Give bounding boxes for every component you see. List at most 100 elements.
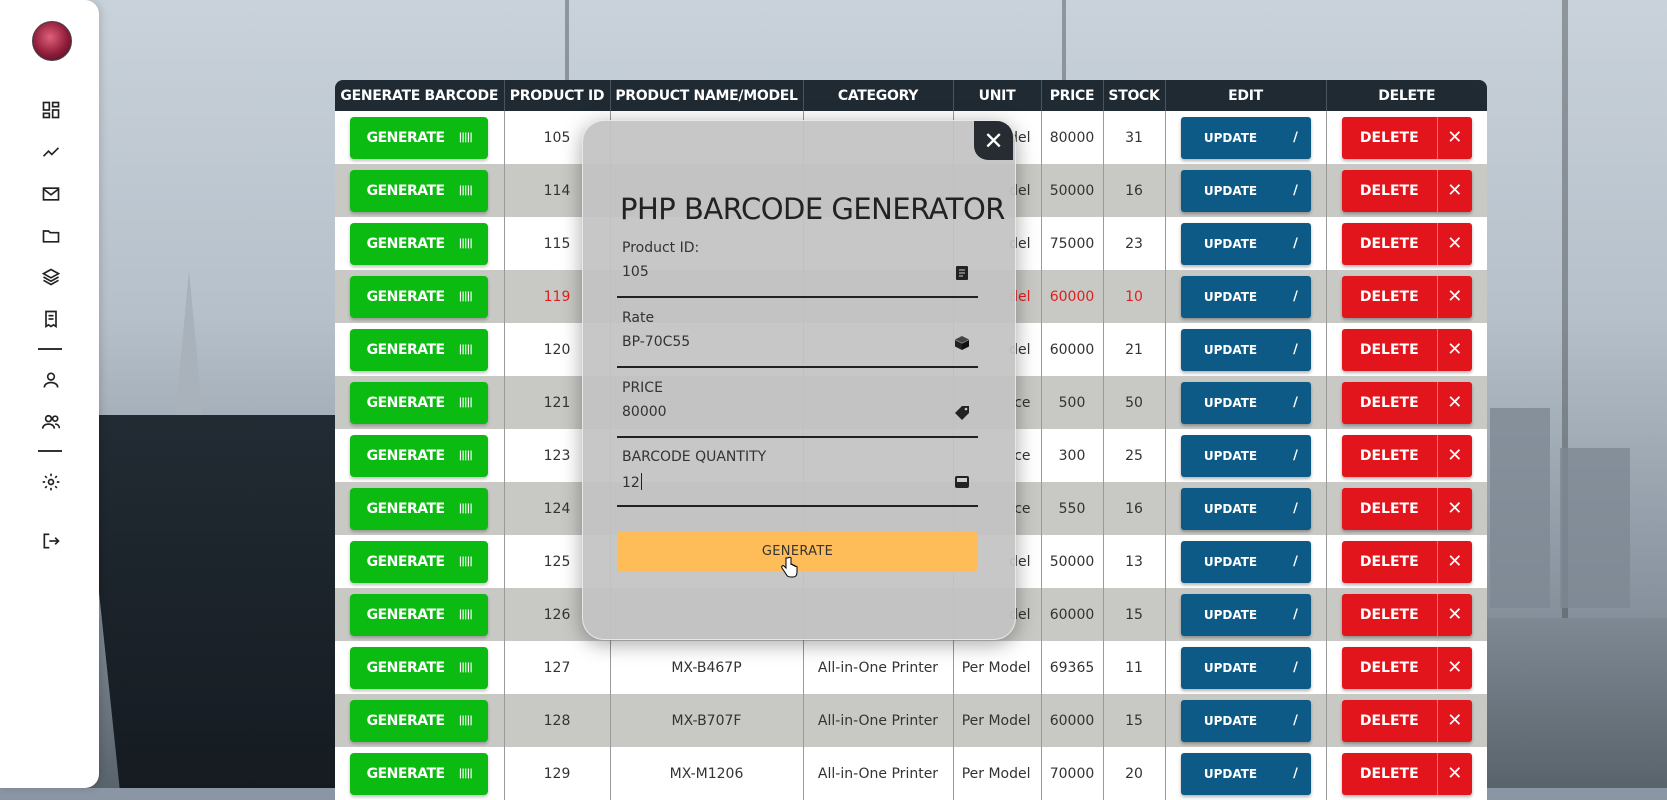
- update-button[interactable]: UPDATE ∕: [1180, 487, 1311, 530]
- delete-label: DELETE: [1342, 434, 1438, 477]
- update-button[interactable]: UPDATE ∕: [1180, 169, 1311, 212]
- delete-button[interactable]: DELETE ✕: [1341, 646, 1472, 689]
- generate-button[interactable]: GENERATE |||||: [350, 593, 489, 636]
- update-label: UPDATE: [1203, 236, 1258, 251]
- generate-button[interactable]: GENERATE |||||: [350, 487, 489, 530]
- barcode-quantity-input[interactable]: 12: [622, 473, 642, 491]
- field-label: Rate: [622, 310, 655, 326]
- generate-button[interactable]: GENERATE |||||: [350, 328, 489, 371]
- delete-button[interactable]: DELETE ✕: [1341, 116, 1472, 159]
- barcode-icon: |||||: [458, 238, 473, 249]
- logout-icon[interactable]: [39, 529, 63, 553]
- delete-label: DELETE: [1342, 540, 1438, 583]
- category-cell: All-in-One Printer: [803, 641, 954, 694]
- close-icon[interactable]: ✕: [974, 121, 1013, 160]
- update-button[interactable]: UPDATE ∕: [1180, 381, 1311, 424]
- x-icon: ✕: [1447, 286, 1463, 307]
- settings-icon[interactable]: [39, 470, 63, 494]
- generate-button[interactable]: GENERATE |||||: [350, 381, 489, 424]
- stock-cell: 15: [1103, 588, 1166, 641]
- delete-button[interactable]: DELETE ✕: [1341, 381, 1472, 424]
- delete-button[interactable]: DELETE ✕: [1341, 593, 1472, 636]
- generate-button[interactable]: GENERATE |||||: [350, 434, 489, 477]
- generate-button[interactable]: GENERATE |||||: [350, 169, 489, 212]
- sidebar: [0, 0, 99, 788]
- delete-cell: DELETE ✕: [1326, 747, 1487, 800]
- layers-icon[interactable]: [39, 265, 63, 289]
- generate-button[interactable]: GENERATE |||||: [350, 540, 489, 583]
- delete-button[interactable]: DELETE ✕: [1341, 434, 1472, 477]
- mail-icon[interactable]: [39, 182, 63, 206]
- receipt-icon[interactable]: [39, 307, 63, 331]
- update-button[interactable]: UPDATE ∕: [1180, 646, 1311, 689]
- barcode-icon: |||||: [458, 450, 473, 461]
- generate-button[interactable]: GENERATE |||||: [350, 275, 489, 318]
- delete-button[interactable]: DELETE ✕: [1341, 328, 1472, 371]
- update-button[interactable]: UPDATE ∕: [1180, 222, 1311, 265]
- update-button[interactable]: UPDATE ∕: [1180, 752, 1311, 795]
- generate-button[interactable]: GENERATE |||||: [350, 222, 489, 265]
- price-cell: 50000: [1041, 535, 1104, 588]
- unit-cell: Per Model: [953, 747, 1042, 800]
- generate-button[interactable]: GENERATE |||||: [350, 646, 489, 689]
- barcode-icon: |||||: [458, 291, 473, 302]
- delete-button[interactable]: DELETE ✕: [1341, 487, 1472, 530]
- pencil-icon: ∕: [1293, 183, 1298, 198]
- update-label: UPDATE: [1203, 501, 1258, 516]
- generate-button[interactable]: GENERATE |||||: [350, 752, 489, 795]
- modal-title: PHP BARCODE GENERATOR: [620, 192, 1005, 226]
- delete-button[interactable]: DELETE ✕: [1341, 540, 1472, 583]
- product-id-input[interactable]: 105: [622, 264, 649, 280]
- dashboard-icon[interactable]: [39, 98, 63, 122]
- delete-cell: DELETE ✕: [1326, 376, 1487, 429]
- barcode-quantity-field[interactable]: BARCODE QUANTITY 12: [617, 449, 978, 507]
- delete-label: DELETE: [1342, 116, 1438, 159]
- stock-cell: 50: [1103, 376, 1166, 429]
- update-button[interactable]: UPDATE ∕: [1180, 328, 1311, 371]
- user-icon[interactable]: [39, 368, 63, 392]
- price-field[interactable]: PRICE 80000: [617, 380, 978, 438]
- delete-label: DELETE: [1342, 487, 1438, 530]
- rate-input[interactable]: BP-70C55: [622, 334, 690, 350]
- x-icon: ✕: [1447, 445, 1463, 466]
- document-icon: [954, 265, 972, 283]
- update-button[interactable]: UPDATE ∕: [1180, 116, 1311, 159]
- folder-icon[interactable]: [39, 224, 63, 248]
- stock-cell: 11: [1103, 641, 1166, 694]
- x-icon: ✕: [1447, 127, 1463, 148]
- generate-cell: GENERATE |||||: [335, 164, 505, 217]
- chart-line-icon[interactable]: [39, 140, 63, 164]
- delete-button[interactable]: DELETE ✕: [1341, 699, 1472, 742]
- delete-cell: DELETE ✕: [1326, 482, 1487, 535]
- update-button[interactable]: UPDATE ∕: [1180, 275, 1311, 318]
- update-label: UPDATE: [1203, 660, 1258, 675]
- stock-cell: 23: [1103, 217, 1166, 270]
- barcode-icon: |||||: [458, 662, 473, 673]
- barcode-icon: |||||: [458, 715, 473, 726]
- generate-cell: GENERATE |||||: [335, 376, 505, 429]
- generate-button[interactable]: GENERATE |||||: [350, 116, 489, 159]
- price-input[interactable]: 80000: [622, 404, 667, 420]
- delete-button[interactable]: DELETE ✕: [1341, 275, 1472, 318]
- product-id-field[interactable]: Product ID: 105: [617, 240, 978, 298]
- delete-button[interactable]: DELETE ✕: [1341, 752, 1472, 795]
- delete-button[interactable]: DELETE ✕: [1341, 169, 1472, 212]
- avatar[interactable]: [32, 21, 72, 61]
- update-label: UPDATE: [1203, 130, 1258, 145]
- delete-cell: DELETE ✕: [1326, 323, 1487, 376]
- generate-label: GENERATE: [366, 182, 445, 199]
- generate-label: GENERATE: [366, 500, 445, 517]
- edit-cell: UPDATE ∕: [1165, 429, 1327, 482]
- generate-label: GENERATE: [366, 129, 445, 146]
- users-icon[interactable]: [39, 410, 63, 434]
- table-row: GENERATE ||||| 128 MX-B707F All-in-One Print…: [335, 694, 1487, 747]
- generate-button[interactable]: GENERATE |||||: [350, 699, 489, 742]
- update-button[interactable]: UPDATE ∕: [1180, 434, 1311, 477]
- update-button[interactable]: UPDATE ∕: [1180, 593, 1311, 636]
- delete-button[interactable]: DELETE ✕: [1341, 222, 1472, 265]
- x-icon: ✕: [1447, 392, 1463, 413]
- x-icon: ✕: [1447, 710, 1463, 731]
- rate-field[interactable]: Rate BP-70C55: [617, 310, 978, 368]
- update-button[interactable]: UPDATE ∕: [1180, 699, 1311, 742]
- update-button[interactable]: UPDATE ∕: [1180, 540, 1311, 583]
